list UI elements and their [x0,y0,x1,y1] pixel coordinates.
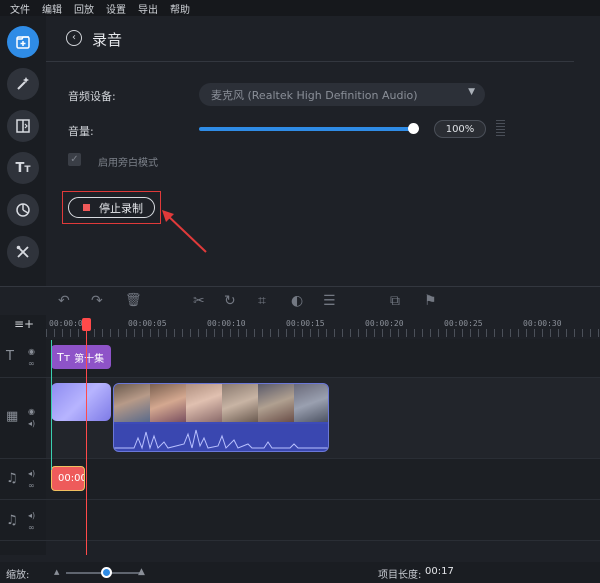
edit-toolbar: ↶ ↷ 🗑 ✂ ↻ ⌗ ◐ ☰ ⧉ ⚑ [0,287,600,315]
ruler-label: 00:00:30 [523,319,562,328]
transition-clip[interactable] [51,383,111,421]
playhead-line[interactable] [86,323,87,555]
audio-device-select[interactable]: 麦克风 (Realtek High Definition Audio) ▼ [199,83,485,106]
title-clip[interactable]: Tт 第十集 [51,345,111,369]
track-separator [0,377,600,378]
crop-icon[interactable]: ⌗ [258,293,266,309]
menu-bar: 文件 编辑 回放 设置 导出 帮助 [0,0,600,16]
volume-label: 音量: [68,125,94,138]
sidebar-tools-button[interactable] [7,236,39,268]
music-note-icon: ♫ [6,513,18,528]
chevron-left-icon: ‹ [72,32,76,43]
left-sidebar: TT [0,16,46,286]
undo-icon[interactable]: ↶ [58,293,70,309]
audio-device-label: 音频设备: [68,90,116,103]
sidebar-transitions-button[interactable] [7,110,39,142]
zoom-label: 缩放: [6,570,30,581]
color-icon[interactable]: ◐ [291,293,303,309]
panel-title: 录音 [92,31,123,49]
timeline-ruler[interactable]: 00:00:00 00:00:05 00:00:10 00:00:15 00:0… [46,315,600,337]
volume-slider-thumb[interactable] [408,123,419,134]
audio-device-value: 麦克风 (Realtek High Definition Audio) [211,88,418,102]
titles-icon: Tт [57,350,71,364]
text-track-icon: T [6,349,14,364]
title-track[interactable] [46,339,600,377]
import-icon [16,36,30,49]
chevron-down-icon: ▼ [468,87,475,97]
recording-audio-clip[interactable]: 00:00 [51,466,85,491]
track-separator [0,499,600,500]
clip-properties-icon[interactable]: ⧉ [390,293,400,309]
add-track-icon[interactable]: ≡+ [14,317,34,331]
ruler-label: 00:00:10 [207,319,246,328]
track-separator [0,458,600,459]
equalizer-icon[interactable]: ☰ [323,293,336,309]
cut-icon[interactable]: ✂ [193,293,205,309]
menu-help[interactable]: 帮助 [170,1,190,16]
stop-recording-label: 停止录制 [99,201,143,215]
eye-icon[interactable]: ◉ [28,407,35,416]
menu-edit[interactable]: 编辑 [42,1,62,16]
track-headers: ≡+ T ◉ ∞ ▦ ◉ ◂) ♫ ◂) ∞ ♫ ◂) ∞ [0,315,46,555]
ruler-label: 00:00:05 [128,319,167,328]
panel-header: ‹ 录音 [46,16,574,62]
project-length-value: 00:17 [425,566,454,577]
project-length-label: 项目长度: [378,570,422,581]
status-bar: 缩放: ▲ ▲ 项目长度: 00:17 [0,562,600,583]
track-separator [0,540,600,541]
ruler-ticks [46,329,600,337]
sidebar-import-button[interactable] [7,26,39,58]
link-icon[interactable]: ∞ [28,359,35,368]
check-icon: ✓ [70,154,79,165]
music-note-icon: ♫ [6,471,18,486]
back-button[interactable]: ‹ [66,30,82,46]
audio-track-2[interactable] [46,500,600,540]
audio-track-1[interactable] [46,459,600,499]
menu-export[interactable]: 导出 [138,1,158,16]
eye-icon[interactable]: ◉ [28,347,35,356]
delete-icon[interactable]: 🗑 [125,293,142,309]
magic-wand-icon [17,77,29,90]
menu-file[interactable]: 文件 [10,1,30,16]
volume-value[interactable]: 100% [434,120,486,138]
speaker-icon[interactable]: ◂) [28,419,35,428]
rotate-icon[interactable]: ↻ [224,293,236,309]
sidebar-stickers-button[interactable] [7,194,39,226]
speaker-icon[interactable]: ◂) [28,469,35,478]
zoom-slider-thumb[interactable] [101,567,112,578]
sidebar-effects-button[interactable] [7,68,39,100]
video-track-icon: ▦ [6,409,19,424]
title-clip-label: 第十集 [74,353,105,365]
transition-icon [16,119,30,133]
tools-icon [16,245,29,258]
video-clip[interactable] [113,383,329,452]
link-icon[interactable]: ∞ [28,523,35,532]
stop-icon [83,204,90,211]
redo-icon[interactable]: ↷ [91,293,103,309]
zoom-in-icon[interactable]: ▲ [138,567,145,577]
stickers-icon [16,203,30,217]
volume-level-meter [496,120,505,138]
zoom-out-icon[interactable]: ▲ [54,568,59,576]
playhead-handle[interactable] [82,318,91,331]
stop-recording-button[interactable]: 停止录制 [68,197,155,218]
flag-icon[interactable]: ⚑ [424,293,437,309]
voiceover-mode-checkbox[interactable]: ✓ [68,153,81,166]
menu-playback[interactable]: 回放 [74,1,94,16]
voiceover-mode-label: 启用旁白模式 [98,158,158,169]
clip-boundary-line [51,340,52,470]
volume-slider-track[interactable] [199,127,414,131]
menu-settings[interactable]: 设置 [106,1,126,16]
audio-waveform [114,424,328,451]
ruler-label: 00:00:15 [286,319,325,328]
speaker-icon[interactable]: ◂) [28,511,35,520]
record-audio-panel: ‹ 录音 音频设备: 麦克风 (Realtek High Definition … [46,16,600,286]
ruler-label: 00:00:20 [365,319,404,328]
sidebar-titles-button[interactable]: TT [7,152,39,184]
titles-icon: TT [15,160,31,176]
ruler-label: 00:00:25 [444,319,483,328]
link-icon[interactable]: ∞ [28,481,35,490]
annotation-arrow-icon [162,210,207,253]
video-thumbnails [114,384,328,422]
